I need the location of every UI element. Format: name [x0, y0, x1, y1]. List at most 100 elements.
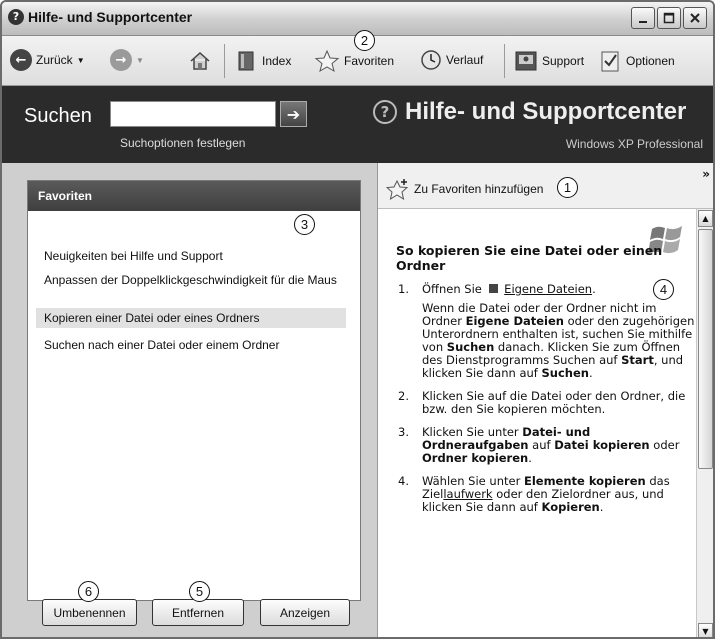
step-bold: Datei kopieren: [554, 438, 650, 452]
add-to-favorites-label: Zu Favoriten hinzufügen: [414, 182, 544, 196]
note-text: .: [588, 366, 593, 380]
article-title: So kopieren Sie eine Datei oder einen Or…: [396, 243, 663, 273]
home-icon: [190, 51, 210, 70]
favorites-button[interactable]: Favoriten: [314, 49, 394, 73]
window-title: Hilfe- und Supportcenter: [28, 9, 193, 25]
step-text: .: [528, 451, 532, 465]
toolbar-separator: [224, 44, 225, 78]
add-to-favorites-button[interactable]: Zu Favoriten hinzufügen: [386, 178, 543, 200]
callout-marker: 1: [557, 177, 578, 198]
note-bold: Start: [621, 353, 654, 367]
index-button[interactable]: Index: [234, 49, 291, 73]
favorites-panel: Favoriten Neuigkeiten bei Hilfe und Supp…: [27, 180, 361, 601]
scroll-thumb[interactable]: [698, 229, 713, 469]
step-text: auf: [528, 438, 555, 452]
note-bold: Suchen: [541, 366, 589, 380]
step-number: 3.: [398, 425, 409, 439]
search-go-button[interactable]: ➔: [280, 101, 307, 127]
home-button[interactable]: [188, 49, 212, 73]
history-button[interactable]: Verlauf: [420, 49, 483, 71]
help-icon: ?: [373, 100, 397, 124]
toolbar-separator: [504, 44, 505, 78]
arrow-right-icon: ➔: [286, 104, 301, 124]
step-bold: Kopieren: [541, 500, 600, 514]
my-documents-link[interactable]: Eigene Dateien: [504, 282, 592, 296]
folder-icon: [488, 284, 498, 293]
callout-marker: 6: [78, 581, 99, 602]
add-favorite-star-icon: [386, 179, 409, 200]
search-label: Suchen: [24, 105, 92, 127]
minimize-icon: [639, 21, 647, 23]
favorites-label: Favoriten: [344, 54, 395, 68]
list-item[interactable]: Anpassen der Doppelklickgeschwindigkeit …: [36, 270, 346, 290]
content-pane: Zu Favoriten hinzufügen » So kopieren Si…: [377, 163, 713, 637]
step-number: 2.: [398, 389, 409, 403]
rename-button[interactable]: Umbenennen: [42, 599, 137, 626]
step-1: 1. Öffnen Sie Eigene Dateien. Wenn die D…: [396, 283, 696, 380]
expand-chevron-icon[interactable]: »: [702, 167, 710, 181]
list-item[interactable]: Neuigkeiten bei Hilfe und Support: [36, 246, 346, 266]
callout-marker: 5: [189, 581, 210, 602]
step-1-end: .: [592, 282, 596, 296]
remove-button[interactable]: Entfernen: [152, 599, 244, 626]
step-3: 3. Klicken Sie unter Datei- und Ordnerau…: [396, 426, 696, 465]
search-input[interactable]: [110, 101, 276, 127]
note-bold: Suchen: [446, 340, 495, 354]
history-label: Verlauf: [446, 53, 484, 67]
scroll-up-button[interactable]: ▲: [698, 210, 713, 227]
note-bold: Eigene Dateien: [465, 314, 564, 328]
step-number: 1.: [398, 282, 409, 296]
minimize-button[interactable]: [631, 7, 655, 29]
search-options-link[interactable]: Suchoptionen festlegen: [120, 136, 245, 150]
search-header: Suchen ➔ Suchoptionen festlegen ? Hilfe-…: [2, 86, 713, 163]
step-bold: Ordner kopieren: [422, 451, 529, 465]
favorites-panel-title: Favoriten: [28, 181, 360, 211]
support-button[interactable]: Support: [514, 49, 584, 73]
close-button[interactable]: [683, 7, 707, 29]
callout-marker: 2: [354, 30, 375, 51]
maximize-icon: [663, 12, 675, 24]
list-item[interactable]: Kopieren einer Datei oder eines Ordners: [36, 308, 346, 328]
step-1-note: Wenn die Datei oder der Ordner nicht im …: [422, 302, 696, 380]
step-number: 4.: [398, 474, 409, 488]
help-article: So kopieren Sie eine Datei oder einen Or…: [396, 243, 696, 524]
support-icon: [515, 51, 537, 71]
add-favorites-bar: Zu Favoriten hinzufügen »: [378, 163, 713, 209]
help-icon: ?: [8, 9, 24, 25]
support-label: Support: [542, 54, 585, 68]
step-bold: Elemente kopieren: [523, 474, 646, 488]
brand-title: ? Hilfe- und Supportcenter: [373, 98, 686, 126]
show-button[interactable]: Anzeigen: [260, 599, 350, 626]
vertical-scrollbar[interactable]: ▲ ▼: [696, 209, 713, 637]
help-and-support-window: ? Hilfe- und Supportcenter ← Zurück ▼ → …: [0, 0, 715, 639]
favorites-pane: Favoriten Neuigkeiten bei Hilfe und Supp…: [2, 163, 377, 637]
step-text: oder: [649, 438, 680, 452]
forward-dropdown-icon[interactable]: ▼: [136, 56, 144, 65]
back-button[interactable]: ← Zurück ▼: [10, 49, 85, 71]
step-2-text: Klicken Sie auf die Datei oder den Ordne…: [422, 389, 686, 416]
list-item[interactable]: Suchen nach einer Datei oder einem Ordne…: [36, 335, 346, 355]
window-controls: [631, 7, 707, 29]
drive-link[interactable]: laufwerk: [443, 487, 492, 501]
back-dropdown-icon[interactable]: ▼: [77, 56, 85, 65]
options-button[interactable]: Optionen: [598, 49, 675, 73]
forward-arrow-icon: →: [110, 49, 132, 71]
callout-marker: 4: [653, 279, 674, 300]
brand-subtitle: Windows XP Professional: [565, 137, 703, 151]
options-label: Optionen: [626, 54, 675, 68]
callout-marker: 3: [294, 214, 315, 235]
scroll-down-button[interactable]: ▼: [698, 623, 713, 637]
close-icon: [690, 13, 700, 23]
favorites-star-icon: [314, 49, 340, 73]
step-1-text: Öffnen Sie: [422, 282, 482, 296]
history-clock-icon: [421, 50, 441, 70]
step-text: Wählen Sie unter: [422, 474, 524, 488]
options-checklist-icon: [601, 51, 619, 72]
back-label: Zurück: [36, 53, 73, 67]
back-arrow-icon: ←: [10, 49, 32, 71]
index-label: Index: [262, 54, 292, 68]
forward-button[interactable]: → ▼: [110, 49, 144, 71]
step-2: 2. Klicken Sie auf die Datei oder den Or…: [396, 390, 696, 416]
index-book-icon: [238, 51, 254, 71]
maximize-button[interactable]: [657, 7, 681, 29]
